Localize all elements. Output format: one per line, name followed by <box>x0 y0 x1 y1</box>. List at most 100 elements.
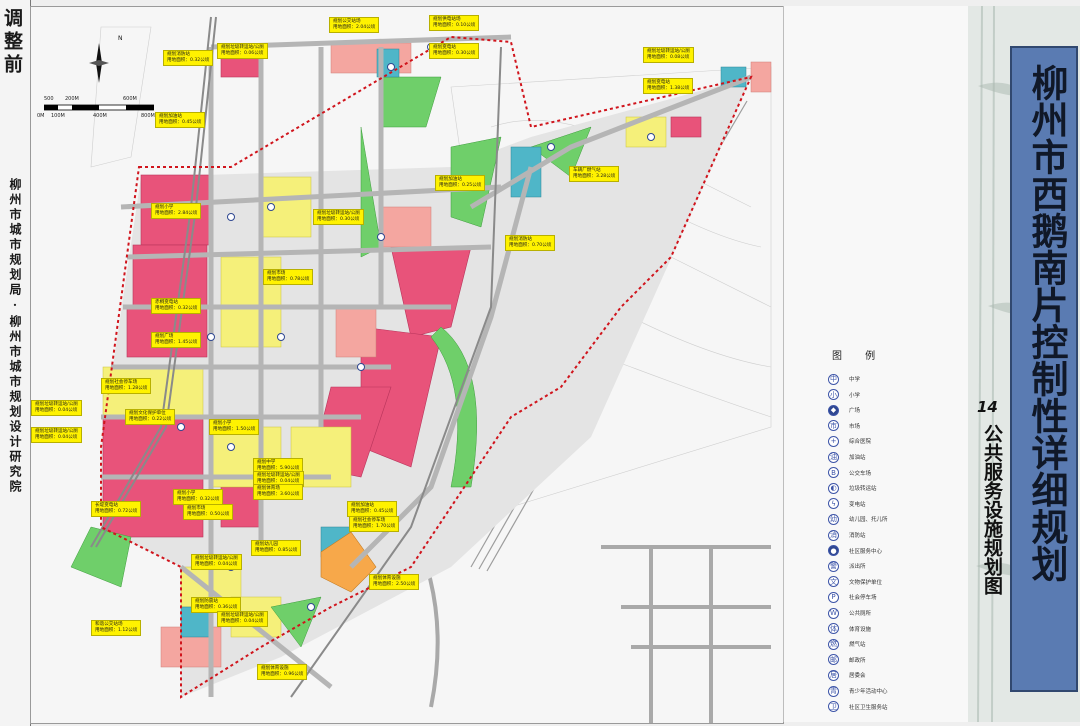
facility-label: 规划体育设施 用地面积：2.50公顷 <box>369 574 420 590</box>
facility-label: 规划垃圾转运站/公厕 用地面积：0.04公顷 <box>31 427 82 443</box>
facility-label: 规划垃圾转运站/公厕 用地面积：0.06公顷 <box>217 43 268 59</box>
facility-label: 车辆厂燃气站 用地面积：3.28公顷 <box>569 166 620 182</box>
facility-label: 规划加油站 用地面积：0.45公顷 <box>155 112 206 128</box>
legend-item: B 公交车场 <box>828 466 871 480</box>
north-arrow-label: N <box>118 35 123 42</box>
legend-item-label: 社区服务中心 <box>849 548 883 555</box>
facility-label-area: 用地面积：1.38公顷 <box>647 86 690 91</box>
legend-item-label: 变电站 <box>849 501 866 508</box>
facility-label: 规划变电站 用地面积：0.30公顷 <box>429 43 480 59</box>
facility-label: 赤桐变电站 用地面积：0.32公顷 <box>151 298 202 314</box>
legend-item-label: 市场 <box>849 423 861 430</box>
post-icon: 邮 <box>828 654 839 666</box>
map-sheet: 调整前 柳州市城市规划局·柳州市城市规划设计研究院 N 500 200M 600… <box>0 0 1080 726</box>
substation-icon: ϟ <box>828 498 839 510</box>
facility-label-area: 用地面积：0.85公顷 <box>255 548 298 553</box>
legend-item: 小 小学 <box>828 388 860 402</box>
legend-item-label: 幼儿园、托儿所 <box>849 517 888 524</box>
facility-label: 规划小学 用地面积：0.32公顷 <box>173 489 224 505</box>
legend-item-label: 中学 <box>849 377 861 383</box>
legend-item: + 综合医院 <box>828 434 871 448</box>
legend-item-label: 燃气站 <box>849 642 866 649</box>
legend-item: ◐ 垃圾转运站 <box>828 481 877 495</box>
legend-item-label: 派出所 <box>849 564 866 571</box>
fire-station-icon: 消 <box>828 529 839 541</box>
parking-icon: P <box>828 591 839 603</box>
facility-label-area: 用地面积：0.72公顷 <box>95 509 138 514</box>
school-icon: 小 <box>828 389 839 401</box>
legend-item-label: 广场 <box>849 408 861 415</box>
legend-item-label: 社会停车场 <box>849 595 877 602</box>
scale-bar <box>44 104 154 111</box>
plaza-icon: ◆ <box>828 404 839 416</box>
hospital-icon: + <box>828 435 839 447</box>
facility-label-area: 用地面积：3.28公顷 <box>573 174 616 179</box>
facility-label-area: 用地面积：1.50公顷 <box>213 427 256 432</box>
legend-item-label: 加油站 <box>849 455 866 461</box>
gas-icon: 燃 <box>828 638 839 650</box>
legend-item-label: 体育设施 <box>849 626 872 633</box>
toilet-icon: W <box>828 607 839 619</box>
facility-label: 规划体育设施 用地面积：0.96公顷 <box>257 664 308 680</box>
legend-item: 体 体育设施 <box>828 622 871 636</box>
legend-item: 居 居委会 <box>828 668 866 682</box>
scale-bottom-1: 0M <box>37 113 45 119</box>
facility-label: 规划垃圾转运站/公厕 用地面积：0.08公顷 <box>643 47 694 63</box>
facility-label: 规划垃圾转运站/公厕 用地面积：0.04公顷 <box>217 611 268 627</box>
legend-item-label: 居委会 <box>849 673 866 680</box>
legend-item: 市 市场 <box>828 419 860 433</box>
legend-item: P 社会停车场 <box>828 590 877 604</box>
legend-item-label: 消防站 <box>849 533 866 539</box>
facility-label: 规划广场 用地面积：1.45公顷 <box>151 332 202 348</box>
facility-label: 规划社会停车场 用地面积：1.28公顷 <box>101 378 152 394</box>
legend-item-label: 公共厕所 <box>849 611 872 617</box>
police-icon: 警 <box>828 560 839 572</box>
legend-item-label: 垃圾转运站 <box>849 486 877 493</box>
legend-item-label: 邮政所 <box>849 657 866 664</box>
facility-label-area: 用地面积：0.04公顷 <box>35 435 78 440</box>
legend-item: 中 中学 <box>828 372 860 386</box>
scale-bottom-3: 400M <box>93 113 107 119</box>
facility-label-area: 用地面积：0.30公顷 <box>317 217 360 222</box>
facility-label-area: 用地面积：1.12公顷 <box>95 628 138 633</box>
gas-station-icon: 油 <box>828 451 839 463</box>
legend-item-label: 综合医院 <box>849 439 872 446</box>
facility-label: 规划消防站 用地面积：0.70公顷 <box>505 235 556 251</box>
residents-committee-icon: 居 <box>828 669 839 681</box>
facility-label-area: 用地面积：1.70公顷 <box>353 524 396 529</box>
main-title-box: 柳州市西鹅南片控制性详细规划 <box>1010 46 1078 692</box>
legend-item: 燃 燃气站 <box>828 637 866 651</box>
stamp-text: 调整前 <box>1 8 23 77</box>
facility-label-area: 用地面积：0.70公顷 <box>509 243 552 248</box>
map-area[interactable]: N 500 200M 600M 0M 100M 400M 800M 规划消防站用… <box>30 6 784 724</box>
legend-item-label: 文物保护单位 <box>849 579 883 586</box>
youth-center-icon: 青 <box>828 685 839 697</box>
facility-label: 规划消防站 用地面积：0.32公顷 <box>163 50 214 66</box>
facility-label-area: 用地面积：0.32公顷 <box>177 497 220 502</box>
facility-label: 规划加油站 用地面积：0.25公顷 <box>435 175 486 191</box>
heritage-icon: 文 <box>828 576 839 588</box>
facility-label-area: 用地面积：0.45公顷 <box>159 120 202 125</box>
waste-icon: ◐ <box>828 482 839 494</box>
legend-item: ϟ 变电站 <box>828 497 866 511</box>
facility-label-area: 用地面积：2.84公顷 <box>155 211 198 216</box>
facility-label-area: 用地面积：0.50公顷 <box>187 512 230 517</box>
facility-label: 规划小学 用地面积：2.84公顷 <box>151 203 202 219</box>
facility-label: 规划小学 用地面积：1.50公顷 <box>209 419 260 435</box>
facility-label: 规划市场 用地面积：0.78公顷 <box>263 269 314 285</box>
facility-label: 规划供电站场 用地面积：0.10公顷 <box>429 15 480 31</box>
legend-item: 警 派出所 <box>828 559 866 573</box>
facility-label-area: 用地面积：0.22公顷 <box>129 417 172 422</box>
facility-label: 规划垃圾转运站/公厕 用地面积：0.04公顷 <box>31 400 82 416</box>
scale-bottom-4: 800M <box>141 113 155 119</box>
facility-label-area: 用地面积：0.32公顷 <box>167 58 210 63</box>
facility-label-area: 用地面积：0.78公顷 <box>267 277 310 282</box>
clinic-icon: 卫 <box>828 701 839 713</box>
facility-label: 规划垃圾转运站/公厕 用地面积：0.04公顷 <box>191 554 242 570</box>
facility-label-area: 用地面积：0.04公顷 <box>195 562 238 567</box>
left-title-strip: 调整前 柳州市城市规划局·柳州市城市规划设计研究院 <box>0 0 31 726</box>
legend-item: ● 社区服务中心 <box>828 544 882 558</box>
kindergarten-icon: 幼 <box>828 513 839 525</box>
legend-item: 邮 邮政所 <box>828 653 866 667</box>
scale-top-1: 500 <box>44 96 54 102</box>
